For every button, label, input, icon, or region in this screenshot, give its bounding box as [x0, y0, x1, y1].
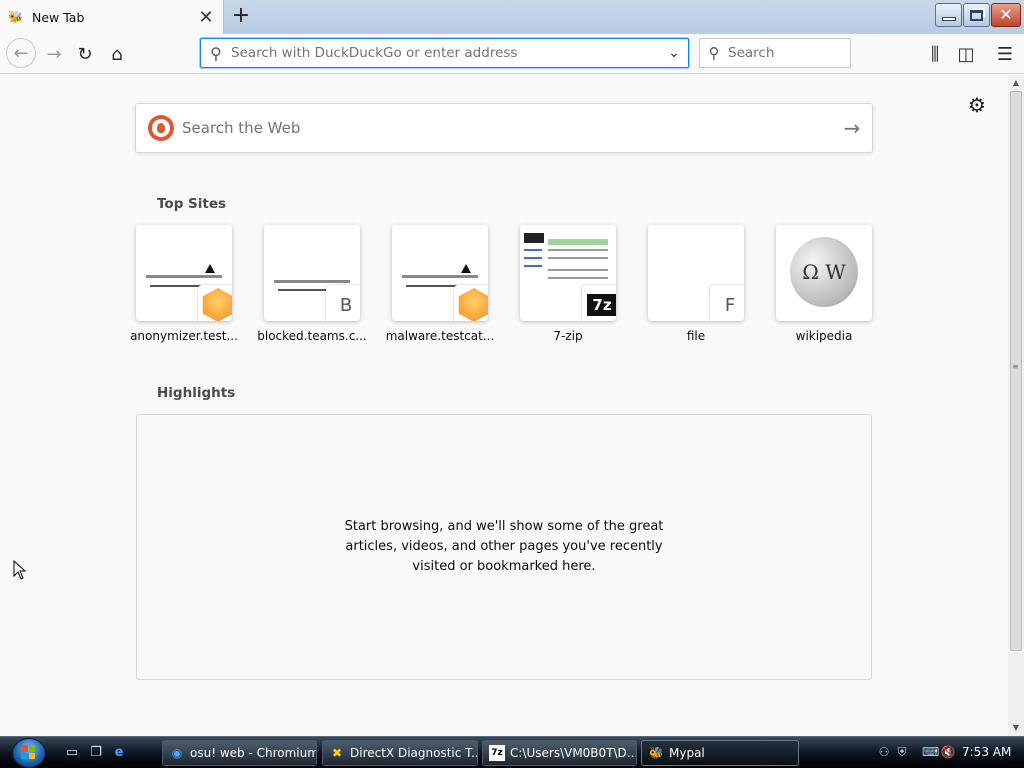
home-button[interactable]: ⌂	[103, 40, 131, 68]
site-thumbnail: B	[264, 225, 360, 321]
site-thumbnail: F	[648, 225, 744, 321]
top-site-tile[interactable]: anonymizer.test...	[130, 225, 238, 343]
address-bar[interactable]: ⚲ ⌄	[200, 38, 689, 68]
tile-label: anonymizer.test...	[130, 329, 238, 343]
navigation-toolbar: ← → ↻ ⌂ ⚲ ⌄ ⚲ ⫼ ◫ ☰	[0, 34, 1024, 74]
taskbar-button-chromium[interactable]: ◉ osu! web - Chromium	[162, 740, 317, 766]
site-letter-icon: F	[710, 285, 744, 321]
users-icon[interactable]: ⚇	[876, 744, 892, 760]
tile-label: wikipedia	[795, 329, 853, 343]
volume-muted-icon[interactable]: 🔇	[940, 744, 956, 760]
highlights-heading: Highlights	[157, 385, 236, 401]
arrow-right-icon[interactable]: →	[832, 116, 872, 140]
show-desktop-icon[interactable]: ▭	[63, 744, 81, 762]
close-icon: ✕	[999, 5, 1013, 24]
menu-button[interactable]: ☰	[991, 40, 1019, 68]
top-site-tile[interactable]: malware.testcat...	[386, 225, 494, 343]
library-button[interactable]: ⫼	[921, 40, 949, 68]
top-site-tile[interactable]: F file	[648, 225, 744, 343]
top-site-tile[interactable]: 7z 7-zip	[520, 225, 616, 343]
tab-strip: 🐝 New Tab ✕ + ✕	[0, 0, 1024, 34]
seven-zip-icon: 7z	[582, 285, 616, 321]
shield-icon[interactable]: ⛨	[894, 744, 910, 760]
sidebar-button[interactable]: ◫	[952, 40, 980, 68]
site-thumbnail	[392, 225, 488, 321]
mypal-icon: 🐝	[648, 746, 664, 760]
scroll-down-arrow-icon[interactable]: ▼	[1008, 720, 1024, 736]
tab-new-tab[interactable]: 🐝 New Tab ✕	[0, 0, 224, 34]
search-icon: ⚲	[210, 43, 222, 63]
new-tab-page: ⚙ → Top Sites anonymizer.test... B block…	[0, 75, 1008, 736]
highlights-empty-message: Start browsing, and we'll show some of t…	[344, 519, 664, 574]
scrollbar-thumb[interactable]	[1010, 91, 1022, 651]
taskbar-button-label: osu! web - Chromium	[190, 746, 317, 760]
search-bar[interactable]: ⚲	[699, 38, 851, 68]
mypal-icon: 🐝	[8, 10, 23, 24]
site-letter-icon: B	[326, 285, 360, 321]
restore-button[interactable]	[963, 3, 990, 27]
search-icon: ⚲	[708, 44, 720, 62]
web-search-input[interactable]	[182, 119, 832, 137]
site-icon	[198, 285, 232, 321]
new-tab-button[interactable]: +	[228, 4, 254, 30]
taskbar-button-mypal[interactable]: 🐝 Mypal	[641, 740, 799, 766]
close-window-button[interactable]: ✕	[991, 3, 1021, 27]
minimize-button[interactable]	[935, 3, 962, 27]
top-site-tile[interactable]: Ω W wikipedia	[776, 225, 872, 343]
network-icon[interactable]: ⌨	[922, 744, 939, 760]
tile-label: 7-zip	[553, 329, 583, 343]
tab-title: New Tab	[32, 9, 85, 25]
back-button[interactable]: ←	[6, 38, 36, 68]
switch-windows-icon[interactable]: ❐	[87, 744, 105, 762]
chromium-icon: ◉	[171, 746, 183, 760]
site-thumbnail: 7z	[520, 225, 616, 321]
minimize-icon	[941, 17, 956, 21]
taskbar-button-7zip[interactable]: 7z C:\Users\VM0B0T\D...	[482, 740, 637, 766]
top-sites-heading: Top Sites	[157, 196, 227, 212]
seven-zip-icon: 7z	[489, 745, 505, 761]
duckduckgo-icon	[148, 115, 174, 141]
tile-label: malware.testcat...	[385, 329, 495, 343]
restore-icon	[970, 9, 983, 21]
tile-label: file	[686, 329, 706, 343]
windows-logo-icon	[21, 745, 35, 759]
address-input[interactable]	[231, 45, 660, 61]
internet-explorer-icon[interactable]: e	[110, 744, 128, 762]
taskbar-button-label: Mypal	[669, 746, 705, 760]
search-input[interactable]	[728, 45, 850, 61]
taskbar: ▭ ❐ e ◉ osu! web - Chromium ✖ DirectX Di…	[0, 736, 1024, 768]
wikipedia-globe-icon: Ω W	[790, 237, 858, 307]
top-site-tile[interactable]: B blocked.teams.c...	[257, 225, 367, 343]
tile-label: blocked.teams.c...	[257, 329, 367, 343]
system-tray: ⚇ ⛨ ⌨ 🔇 7:53 AM	[870, 737, 1024, 768]
chevron-down-icon[interactable]: ⌄	[660, 45, 688, 61]
site-icon	[454, 285, 488, 321]
clock[interactable]: 7:53 AM	[962, 745, 1011, 759]
site-thumbnail	[136, 225, 232, 321]
start-button[interactable]	[10, 737, 50, 768]
taskbar-button-label: DirectX Diagnostic T...	[350, 746, 478, 760]
vertical-scrollbar[interactable]: ▲ ≡ ▼	[1008, 75, 1024, 736]
site-thumbnail: Ω W	[776, 225, 872, 321]
scrollbar-grip-icon: ≡	[1012, 362, 1019, 371]
taskbar-button-label: C:\Users\VM0B0T\D...	[510, 746, 637, 760]
close-tab-icon[interactable]: ✕	[195, 6, 217, 28]
web-search-box[interactable]: →	[135, 103, 873, 153]
gear-icon[interactable]: ⚙	[965, 93, 989, 117]
directx-icon: ✖	[331, 746, 343, 760]
forward-button[interactable]: →	[40, 40, 68, 68]
highlights-empty-state: Start browsing, and we'll show some of t…	[136, 414, 872, 680]
reload-button[interactable]: ↻	[71, 40, 99, 68]
taskbar-button-directx[interactable]: ✖ DirectX Diagnostic T...	[322, 740, 478, 766]
scroll-up-arrow-icon[interactable]: ▲	[1008, 75, 1024, 91]
